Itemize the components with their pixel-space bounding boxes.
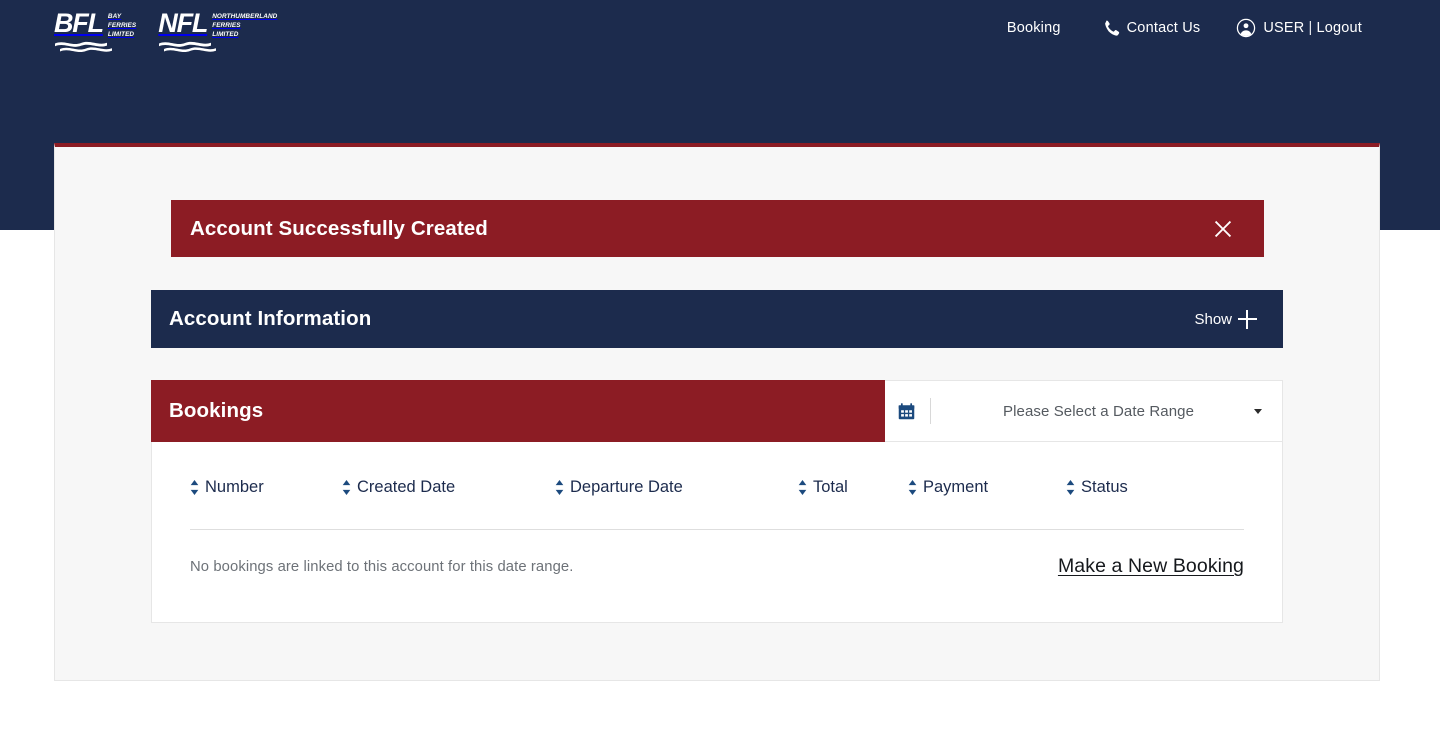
bookings-empty-state: No bookings are linked to this account f… <box>190 555 1244 578</box>
main-nav: Booking Contact Us USER | Logout <box>1007 18 1362 38</box>
calendar-icon <box>897 402 916 421</box>
show-toggle-label: Show <box>1194 310 1232 328</box>
logo-nfl[interactable]: NFL NORTHUMBERLAND FERRIES LIMITED <box>158 8 277 53</box>
logo-bfl-words: BAY FERRIES LIMITED <box>108 8 136 39</box>
user-circle-icon <box>1236 18 1256 38</box>
logo-bfl[interactable]: BFL BAY FERRIES LIMITED <box>54 8 136 53</box>
column-header-label: Departure Date <box>570 478 683 496</box>
bookings-header: Bookings Please Select a Date Range <box>151 380 1283 442</box>
bookings-title-bar: Bookings <box>151 380 885 442</box>
logo-bfl-word-2: FERRIES <box>107 22 137 30</box>
date-range-selector[interactable]: Please Select a Date Range <box>885 380 1283 442</box>
column-header-total[interactable]: Total <box>798 478 908 497</box>
chevron-down-icon[interactable] <box>1254 408 1262 414</box>
account-information-title: Account Information <box>169 307 372 330</box>
nav-item-user[interactable]: USER | Logout <box>1236 18 1362 38</box>
nav-user-labels: USER | Logout <box>1263 20 1362 36</box>
plus-icon <box>1238 309 1257 329</box>
sort-updown-icon <box>798 480 807 495</box>
column-header-created-date[interactable]: Created Date <box>342 478 555 497</box>
divider <box>930 398 931 424</box>
nav-contact-label: Contact Us <box>1126 20 1201 36</box>
column-header-label: Number <box>205 478 264 496</box>
column-header-label: Payment <box>923 478 989 496</box>
wave-logo-icon <box>159 41 217 53</box>
sort-updown-icon <box>908 480 917 495</box>
nav-logout-link[interactable]: Logout <box>1316 20 1362 36</box>
sort-updown-icon <box>342 480 351 495</box>
wave-logo-icon <box>55 41 112 53</box>
account-page-card: Account Successfully Created Account Inf… <box>54 143 1380 681</box>
bookings-section: Bookings Please Select a Date Range Numb… <box>151 380 1283 623</box>
empty-state-message: No bookings are linked to this account f… <box>190 558 574 575</box>
logo-nfl-word-3: LIMITED <box>212 31 239 39</box>
make-new-booking-link[interactable]: Make a New Booking <box>1058 555 1244 578</box>
header-inner: BFL BAY FERRIES LIMITED NFL NORTHUMBERLA… <box>0 0 1440 62</box>
nav-booking-label: Booking <box>1006 20 1061 36</box>
nav-username[interactable]: USER <box>1263 20 1304 36</box>
logo-nfl-word-2: FERRIES <box>212 22 241 30</box>
brand-logos: BFL BAY FERRIES LIMITED NFL NORTHUMBERLA… <box>54 8 277 53</box>
alert-message: Account Successfully Created <box>190 216 488 240</box>
column-header-label: Status <box>1081 478 1128 496</box>
account-information-section[interactable]: Account Information Show <box>151 290 1283 348</box>
logo-nfl-mark: NFL <box>158 8 208 38</box>
sort-updown-icon <box>555 480 564 495</box>
table-header-divider <box>190 529 1244 530</box>
bookings-title: Bookings <box>169 399 264 422</box>
close-icon[interactable] <box>1210 216 1236 242</box>
phone-icon <box>1101 19 1120 38</box>
account-information-show-toggle[interactable]: Show <box>1194 309 1257 329</box>
nav-separator: | <box>1308 20 1313 36</box>
column-header-number[interactable]: Number <box>190 478 342 497</box>
column-header-status[interactable]: Status <box>1066 478 1186 497</box>
sort-updown-icon <box>190 480 199 495</box>
logo-nfl-word-1: NORTHUMBERLAND <box>212 13 278 20</box>
sort-updown-icon <box>1066 480 1075 495</box>
logo-bfl-word-3: LIMITED <box>107 31 135 39</box>
bookings-table: Number Created Date Departure Date Total… <box>151 442 1283 623</box>
bookings-table-header-row: Number Created Date Departure Date Total… <box>152 442 1282 497</box>
nav-item-contact-us[interactable]: Contact Us <box>1101 19 1201 38</box>
success-alert: Account Successfully Created <box>171 200 1264 257</box>
logo-nfl-words: NORTHUMBERLAND FERRIES LIMITED <box>212 8 277 39</box>
column-header-label: Created Date <box>357 478 456 496</box>
nav-item-booking[interactable]: Booking <box>1007 20 1061 36</box>
logo-bfl-mark: BFL <box>54 8 104 38</box>
column-header-label: Total <box>813 478 848 496</box>
column-header-payment[interactable]: Payment <box>908 478 1066 497</box>
column-header-departure-date[interactable]: Departure Date <box>555 478 798 497</box>
date-range-value: Please Select a Date Range <box>1002 402 1195 420</box>
logo-bfl-word-1: BAY <box>107 13 122 20</box>
